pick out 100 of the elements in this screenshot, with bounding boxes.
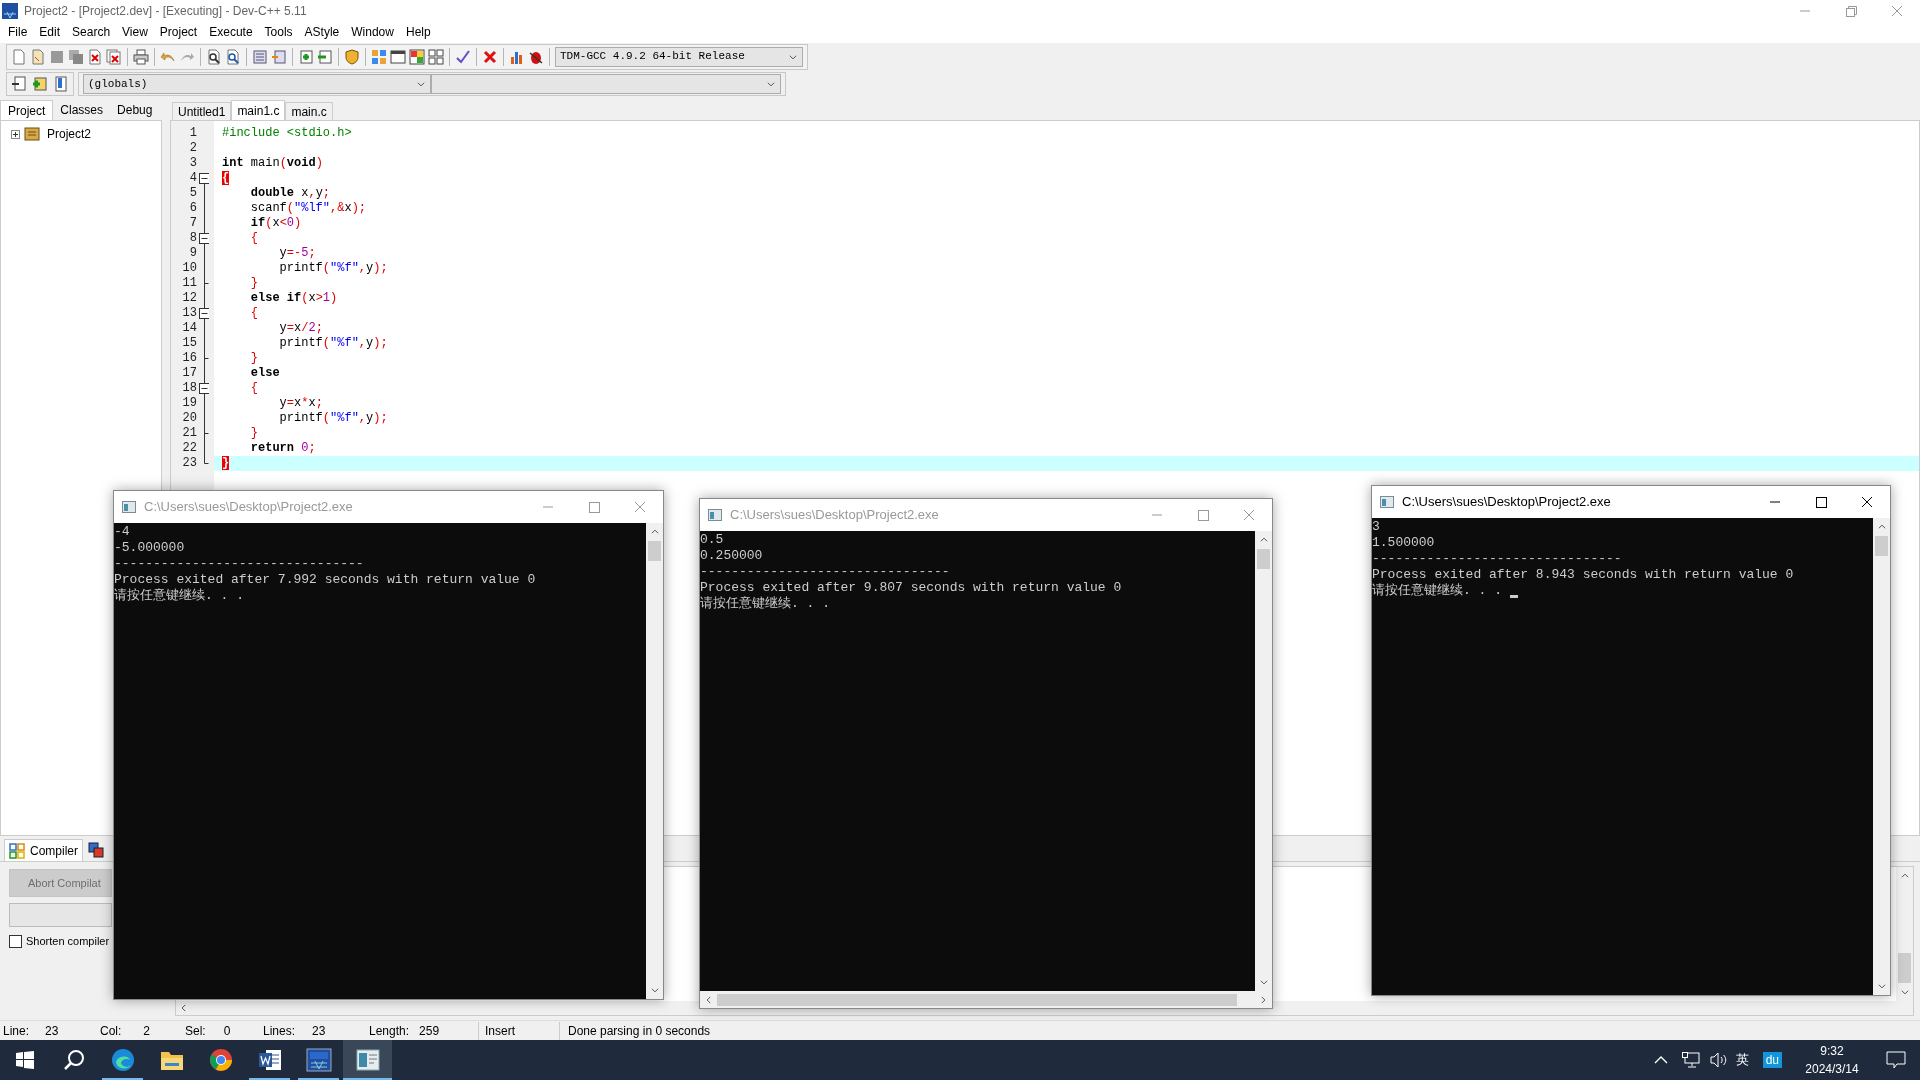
menu-item[interactable]: Execute [203, 23, 259, 41]
save-all-icon[interactable] [68, 48, 84, 65]
scroll-up-icon[interactable] [649, 527, 660, 537]
menu-item[interactable]: Search [66, 23, 117, 41]
line-number: 4 [188, 171, 198, 186]
save-icon[interactable] [49, 48, 65, 65]
line-number: 23 [181, 456, 198, 471]
checkbox[interactable] [9, 934, 22, 948]
tree-item[interactable]: Project2 [47, 125, 92, 143]
menu-item[interactable]: Edit [33, 23, 67, 41]
vertical-scrollbar[interactable] [646, 523, 663, 999]
close-all-icon[interactable] [106, 48, 122, 65]
fold-toggle-icon[interactable] [198, 381, 209, 396]
editor-tab[interactable]: Untitled1 [172, 102, 232, 120]
edit-mode: Insert [484, 1022, 516, 1040]
scrollbar-thumb[interactable] [1875, 536, 1888, 556]
console-line: -4 [114, 524, 130, 540]
ide-icon[interactable] [305, 1048, 332, 1072]
document-icon[interactable] [257, 1048, 282, 1072]
panel-tab[interactable]: Project [0, 100, 54, 120]
dropdown-icon[interactable] [766, 79, 776, 89]
scrollbar-thumb[interactable] [1898, 953, 1911, 983]
editor-tab[interactable]: main1.c [231, 100, 286, 120]
clock-date[interactable]: 2024/3/14 [1805, 1060, 1859, 1078]
code-line: printf("%f",y); [278, 261, 388, 276]
code-line: y=-5; [278, 246, 316, 261]
open-file-icon[interactable] [30, 48, 46, 65]
scroll-down-icon[interactable] [1876, 981, 1887, 991]
ring-icon[interactable] [208, 1048, 233, 1072]
replace-icon[interactable] [225, 48, 241, 65]
tiles-icon[interactable] [371, 48, 387, 65]
add-file-icon[interactable] [298, 48, 314, 65]
color-grid-icon[interactable] [409, 48, 425, 65]
search-icon[interactable] [62, 1049, 85, 1071]
editor-tab[interactable]: main.c [285, 102, 333, 120]
scroll-right-icon[interactable] [1258, 994, 1268, 1005]
vertical-scrollbar[interactable] [1255, 531, 1272, 991]
console-line: 请按任意键继续. . . [700, 596, 830, 612]
chevron-up-icon[interactable] [1653, 1055, 1668, 1065]
scroll-down-icon[interactable] [1258, 977, 1269, 987]
horizontal-scrollbar[interactable] [700, 991, 1272, 1008]
find-icon[interactable] [206, 48, 222, 65]
insert-icon[interactable] [11, 76, 27, 92]
remove-file-icon[interactable] [317, 48, 333, 65]
grid-icon[interactable] [428, 48, 444, 65]
windows-stack-icon[interactable] [88, 842, 104, 858]
scrollbar-thumb[interactable] [1257, 549, 1270, 569]
scroll-up-icon[interactable] [1899, 871, 1910, 881]
add-file-icon[interactable] [32, 76, 48, 92]
scroll-left-icon[interactable] [704, 994, 714, 1005]
line-number: 14 [181, 321, 198, 336]
folder-icon[interactable] [159, 1049, 184, 1071]
menu-item[interactable]: Project [153, 23, 204, 41]
panel-tab[interactable]: Compiler [4, 839, 83, 861]
scrollbar-thumb[interactable] [648, 541, 661, 561]
fold-toggle-icon[interactable] [198, 231, 209, 246]
scroll-up-icon[interactable] [1258, 535, 1269, 545]
check-icon[interactable] [455, 48, 471, 65]
clock-time[interactable]: 9:32 [1820, 1042, 1844, 1060]
vertical-scrollbar[interactable] [1873, 518, 1890, 995]
delete-icon[interactable] [482, 48, 498, 65]
input-method-indicator[interactable]: 英 [1735, 1050, 1749, 1070]
fold-toggle-icon[interactable] [198, 171, 209, 186]
indent-icon[interactable] [252, 48, 268, 65]
shield-icon[interactable] [344, 48, 360, 65]
menu-item[interactable]: Tools [258, 23, 299, 41]
menu-item[interactable]: View [116, 23, 154, 41]
start-icon[interactable] [14, 1050, 35, 1070]
console-line: -------------------------------- [114, 556, 364, 572]
scope-select[interactable]: (globals) [83, 74, 431, 94]
scroll-up-icon[interactable] [1876, 522, 1887, 532]
scroll-down-icon[interactable] [1899, 987, 1910, 997]
network-icon[interactable] [1681, 1052, 1700, 1068]
volume-icon[interactable] [1709, 1052, 1728, 1068]
code-line: { [249, 231, 258, 246]
checkbox-label[interactable]: Shorten compiler [26, 933, 110, 950]
unindent-icon[interactable] [271, 48, 287, 65]
menu-item[interactable]: Window [345, 23, 400, 41]
code-line: y=x/2; [278, 321, 323, 336]
scroll-down-icon[interactable] [649, 985, 660, 995]
bookmark-icon[interactable] [53, 76, 69, 92]
line-number: 16 [181, 351, 198, 366]
dropdown-icon[interactable] [416, 79, 426, 89]
wave-icon[interactable] [110, 1048, 135, 1072]
menu-item[interactable]: AStyle [298, 23, 346, 41]
print-icon[interactable] [133, 48, 149, 65]
scroll-left-icon[interactable] [179, 1003, 189, 1013]
notification-icon[interactable] [1886, 1051, 1906, 1069]
taskbar-button[interactable] [343, 1040, 392, 1080]
fold-toggle-icon[interactable] [198, 306, 209, 321]
scrollbar-thumb[interactable] [717, 993, 1237, 1006]
menu-item[interactable]: File [2, 23, 34, 41]
project-icon[interactable] [24, 126, 40, 142]
console-app-icon[interactable] [355, 1049, 380, 1071]
menu-item[interactable]: Help [399, 23, 437, 41]
window-icon[interactable] [390, 48, 406, 65]
expand-icon[interactable] [11, 129, 20, 139]
line-number: 18 [181, 381, 198, 396]
close-file-icon[interactable] [87, 48, 103, 65]
compiler-select[interactable]: TDM-GCC 4.9.2 64-bit Release [555, 46, 803, 67]
